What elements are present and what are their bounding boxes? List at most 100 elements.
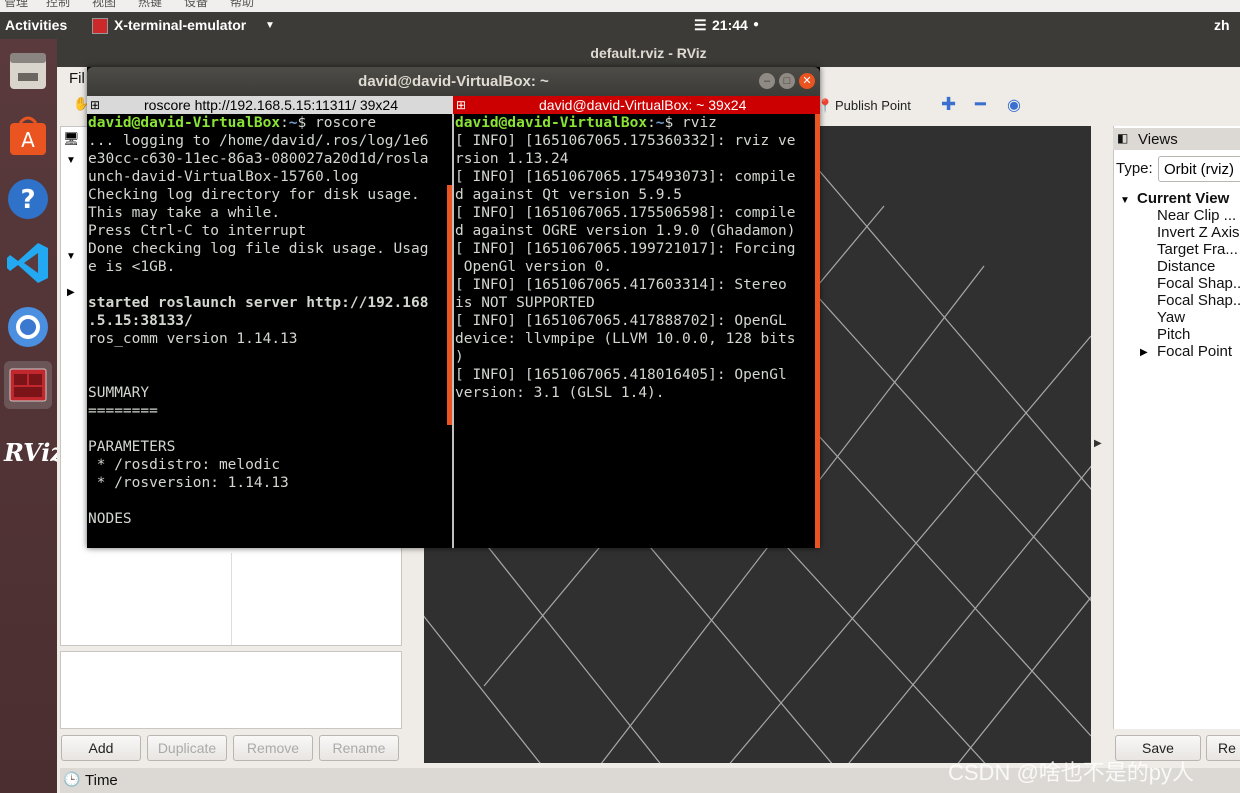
menu-lines-icon: ☰ <box>694 17 707 33</box>
time-label: Time <box>85 772 118 789</box>
terminal-pane-right[interactable]: david@david-VirtualBox:~$ rviz[ INFO] [1… <box>455 114 811 548</box>
terminal-line: rsion 1.13.24 <box>455 151 569 167</box>
terminal-line: .5.15:38133/ <box>88 313 193 329</box>
host-menu-bar: 管理 控制 视图 热键 设备 帮助 <box>0 0 1240 12</box>
notification-dot-icon: ● <box>753 19 760 30</box>
minimize-icon[interactable]: – <box>759 73 775 89</box>
terminal-line: * /rosversion: 1.14.13 <box>88 475 289 491</box>
clock-icon: 🕒 <box>63 771 81 787</box>
eye-icon[interactable]: ◉ <box>1007 95 1021 115</box>
views-type-label: Type: <box>1116 160 1153 177</box>
view-property[interactable]: Near Clip ... <box>1157 207 1236 224</box>
terminal-line: [ INFO] [1651067065.175493073]: compile <box>455 169 796 185</box>
duplicate-button[interactable]: Duplicate <box>147 735 227 761</box>
host-menu-item[interactable]: 帮助 <box>230 0 254 10</box>
view-property[interactable]: Pitch <box>1157 326 1190 343</box>
terminal-line: version: 3.1 (GLSL 1.4). <box>455 385 665 401</box>
terminal-line: Press Ctrl-C to interrupt <box>88 223 307 239</box>
help-icon[interactable]: ? <box>4 175 52 223</box>
host-menu-item[interactable]: 管理 <box>4 0 28 10</box>
pane-divider[interactable] <box>452 114 454 548</box>
plus-icon[interactable]: ✚ <box>941 94 956 115</box>
current-view-item[interactable]: Current View <box>1137 190 1229 207</box>
view-property[interactable]: Target Fra... <box>1157 241 1238 258</box>
terminal-line: device: llvmpipe (LLVM 10.0.0, 128 bits <box>455 331 796 347</box>
close-icon[interactable]: ✕ <box>799 73 815 89</box>
terminal-line: ======== <box>88 403 158 419</box>
terminal-emulator-icon[interactable] <box>4 361 52 409</box>
publish-point-button[interactable]: Publish Point <box>835 98 911 113</box>
column-divider <box>231 553 232 645</box>
add-button[interactable]: Add <box>61 735 141 761</box>
terminal-line: OpenGl version 0. <box>455 259 613 275</box>
chevron-down-icon[interactable]: ▼ <box>66 251 76 262</box>
vscode-icon[interactable] <box>4 239 52 287</box>
terminal-line: unch-david-VirtualBox-15760.log <box>88 169 359 185</box>
terminal-line: started roslaunch server http://192.168 <box>88 295 429 311</box>
rviz-launcher-icon[interactable]: RViz <box>4 429 64 477</box>
remove-button[interactable]: Remove <box>233 735 313 761</box>
terminal-line: d against OGRE version 1.9.0 (Ghadamon) <box>455 223 796 239</box>
host-menu-item[interactable]: 控制 <box>46 0 70 10</box>
description-panel <box>60 651 402 729</box>
view-type-select[interactable]: Orbit (rviz) <box>1158 156 1240 182</box>
terminal-line: This may take a while. <box>88 205 281 221</box>
host-menu-item[interactable]: 热键 <box>138 0 162 10</box>
activities-button[interactable]: Activities <box>5 17 67 33</box>
terminal-output: [ INFO] [1651067065.175360332]: rviz ve r… <box>455 132 811 402</box>
view-property[interactable]: Focal Shap... <box>1157 275 1240 292</box>
chevron-right-icon[interactable]: ▶ <box>67 287 75 298</box>
monitor-icon: 🖥 <box>63 131 80 146</box>
terminal-line: [ INFO] [1651067065.417888702]: OpenGL <box>455 313 787 329</box>
terminal-line: e is <1GB. <box>88 259 176 275</box>
rename-button[interactable]: Rename <box>319 735 399 761</box>
terminal-title[interactable]: david@david-VirtualBox: ~ <box>87 67 820 96</box>
launcher: A ? RViz <box>0 39 64 793</box>
tab-rviz-label: david@david-VirtualBox: ~ 39x24 <box>539 97 747 113</box>
clock[interactable]: 21:44 <box>712 17 748 33</box>
host-menu-item[interactable]: 设备 <box>184 0 208 10</box>
view-property[interactable]: Yaw <box>1157 309 1185 326</box>
terminal-line: Done checking log file disk usage. Usag <box>88 241 429 257</box>
remove-view-button[interactable]: Re <box>1206 735 1240 761</box>
terminal-line: [ INFO] [1651067065.199721017]: Forcing <box>455 241 796 257</box>
view-property[interactable]: Distance <box>1157 258 1215 275</box>
terminal-line: [ INFO] [1651067065.175506598]: compile <box>455 205 796 221</box>
software-store-icon[interactable]: A <box>4 111 52 159</box>
app-menu[interactable]: X-terminal-emulator <box>114 17 246 33</box>
view-property[interactable]: Focal Point <box>1157 343 1232 360</box>
chevron-right-icon[interactable]: ▶ <box>1094 438 1102 449</box>
chevron-right-icon[interactable]: ▶ <box>1140 347 1148 358</box>
tab-roscore-label: roscore http://192.168.5.15:11311/ 39x24 <box>144 97 399 113</box>
views-header: ◧ Views <box>1113 128 1240 150</box>
chevron-down-icon[interactable]: ▼ <box>1120 195 1130 206</box>
scrollbar-right[interactable] <box>815 114 820 548</box>
terminal-line: d against Qt version 5.9.5 <box>455 187 682 203</box>
tab-roscore[interactable]: ⊞ roscore http://192.168.5.15:11311/ 39x… <box>87 96 453 114</box>
chevron-down-icon[interactable]: ▼ <box>265 20 275 31</box>
terminal-pane-left[interactable]: david@david-VirtualBox:~$ roscore... log… <box>88 114 448 548</box>
view-property[interactable]: Invert Z Axis <box>1157 224 1240 241</box>
terminal-line: is NOT SUPPORTED <box>455 295 595 311</box>
terminal-line: Checking log directory for disk usage. <box>88 187 420 203</box>
terminal-line: ) <box>455 349 464 365</box>
maximize-icon[interactable]: □ <box>779 73 795 89</box>
host-menu-item[interactable]: 视图 <box>92 0 116 10</box>
chromium-icon[interactable] <box>4 303 52 351</box>
tab-rviz[interactable]: ⊞ david@david-VirtualBox: ~ 39x24 <box>453 96 820 114</box>
view-property[interactable]: Focal Shap... <box>1157 292 1240 309</box>
files-icon[interactable] <box>4 47 52 95</box>
terminal-line: [ INFO] [1651067065.175360332]: rviz ve <box>455 133 796 149</box>
minus-icon[interactable]: ━ <box>975 94 986 115</box>
menu-file[interactable]: Fil <box>69 70 85 87</box>
chevron-down-icon[interactable]: ▼ <box>66 155 76 166</box>
watermark: CSDN @啥也不是的py人 <box>948 760 1195 785</box>
views-title: Views <box>1138 131 1178 148</box>
scrollbar-left[interactable] <box>447 185 452 425</box>
language-indicator[interactable]: zh <box>1214 17 1230 33</box>
svg-text:?: ? <box>20 185 35 215</box>
